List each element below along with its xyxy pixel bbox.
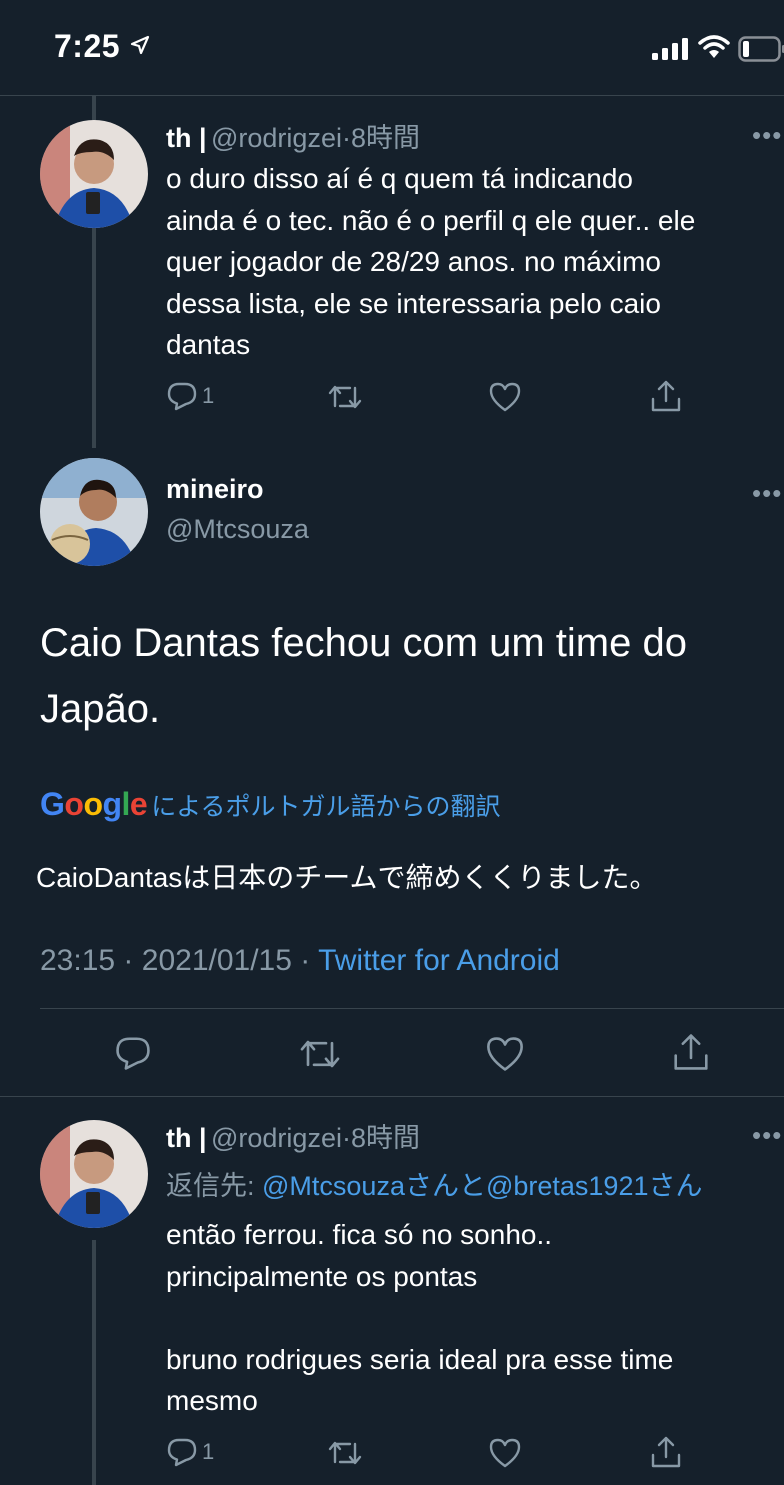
- tweet-line: Caio Dantas fechou com um time do: [40, 621, 687, 665]
- reply-to-link[interactable]: @Mtcsouzaさんと@bretas1921さん: [262, 1171, 702, 1201]
- separator-dot: ·: [300, 944, 311, 977]
- reply-button[interactable]: 1: [166, 380, 214, 412]
- tweet-time[interactable]: 8時間: [351, 123, 420, 153]
- tweet-line: [166, 1297, 784, 1339]
- reply-icon: [167, 382, 197, 411]
- tweet-line: dantas: [166, 329, 251, 360]
- tweet-line: principalmente os pontas: [166, 1260, 478, 1292]
- avatar[interactable]: [40, 458, 148, 566]
- separator-dot: ·: [341, 123, 351, 153]
- tweet-text: então ferrou. fica só no sonho.. princip…: [166, 1214, 784, 1422]
- tweet-line: então ferrou. fica só no sonho..: [166, 1219, 553, 1250]
- like-icon[interactable]: [488, 1437, 522, 1469]
- share-icon[interactable]: [650, 379, 682, 413]
- reply-button[interactable]: 1: [166, 1436, 214, 1468]
- username[interactable]: @rodrigzei: [211, 123, 342, 153]
- username[interactable]: @rodrigzei: [211, 1123, 342, 1153]
- tweet-text: o duro disso aí é q quem tá indicando ai…: [166, 158, 784, 366]
- retweet-icon[interactable]: [328, 382, 362, 412]
- retweet-icon[interactable]: [328, 1438, 362, 1468]
- display-name[interactable]: th |: [166, 1123, 207, 1153]
- tweet-line: Japão.: [40, 687, 161, 731]
- translated-text: CaioDantasは日本のチームで締めくくりました。: [36, 862, 658, 893]
- translation-attribution[interactable]: Google によるポルトガル語からの翻訳: [40, 786, 500, 823]
- location-arrow-icon: [130, 35, 150, 55]
- share-icon[interactable]: [672, 1032, 710, 1072]
- retweet-icon[interactable]: [298, 1036, 342, 1072]
- signal-icon: [652, 38, 688, 60]
- tweet-line: bruno rodrigues seria ideal pra esse tim…: [166, 1343, 674, 1375]
- tweet-line: ainda é o tec. não é o perfil q ele quer…: [166, 204, 696, 236]
- tweet-meta: 23:15 · 2021/01/15 · Twitter for Android: [40, 944, 560, 978]
- tweet-line: mesmo: [166, 1385, 258, 1416]
- separator-dot: ·: [123, 944, 134, 977]
- tweet-source[interactable]: Twitter for Android: [318, 944, 560, 977]
- reply-context: 返信先: @Mtcsouzaさんと@bretas1921さん: [166, 1164, 702, 1203]
- more-icon[interactable]: •••: [752, 120, 782, 151]
- tweet-date: 2021/01/15: [141, 944, 292, 977]
- battery-icon: [738, 36, 784, 62]
- more-icon[interactable]: •••: [752, 1120, 782, 1151]
- reply-icon[interactable]: [114, 1034, 152, 1072]
- separator-dot: ·: [341, 1123, 351, 1153]
- reply-count: 1: [202, 383, 215, 408]
- divider: [0, 1096, 784, 1097]
- tweet-header: th | @rodrigzei·8時間: [166, 116, 420, 155]
- display-name[interactable]: th |: [166, 123, 207, 153]
- like-icon[interactable]: [488, 381, 522, 413]
- wifi-icon: [698, 35, 730, 58]
- reply-icon: [167, 1438, 197, 1467]
- reply-count: 1: [202, 1439, 215, 1464]
- share-icon[interactable]: [650, 1435, 682, 1469]
- tweet-timestamp: 23:15: [40, 944, 116, 977]
- username[interactable]: @Mtcsouza: [166, 514, 309, 545]
- google-logo: Google: [40, 786, 148, 822]
- top-divider: [0, 95, 784, 96]
- thread-line: [92, 96, 96, 112]
- avatar[interactable]: [40, 120, 148, 228]
- tweet-header: th | @rodrigzei·8時間: [166, 1116, 420, 1155]
- reply-prefix: 返信先:: [166, 1171, 263, 1201]
- tweet-time[interactable]: 8時間: [351, 1123, 420, 1153]
- display-name[interactable]: mineiro: [166, 474, 264, 505]
- avatar[interactable]: [40, 1120, 148, 1228]
- thread-line: [92, 1240, 96, 1485]
- divider: [40, 1008, 784, 1009]
- status-time: 7:25: [54, 28, 121, 64]
- status-bar: 7:25: [0, 0, 784, 96]
- tweet-line: o duro disso aí é q quem tá indicando: [166, 163, 633, 194]
- more-icon[interactable]: •••: [752, 478, 782, 509]
- tweet-line: dessa lista, ele se interessaria pelo ca…: [166, 287, 661, 319]
- main-tweet-text: Caio Dantas fechou com um time do Japão.: [40, 610, 780, 742]
- translate-label: によるポルトガル語からの翻訳: [151, 792, 501, 821]
- like-icon[interactable]: [484, 1035, 526, 1073]
- tweet-line: quer jogador de 28/29 anos. no máximo: [166, 246, 661, 277]
